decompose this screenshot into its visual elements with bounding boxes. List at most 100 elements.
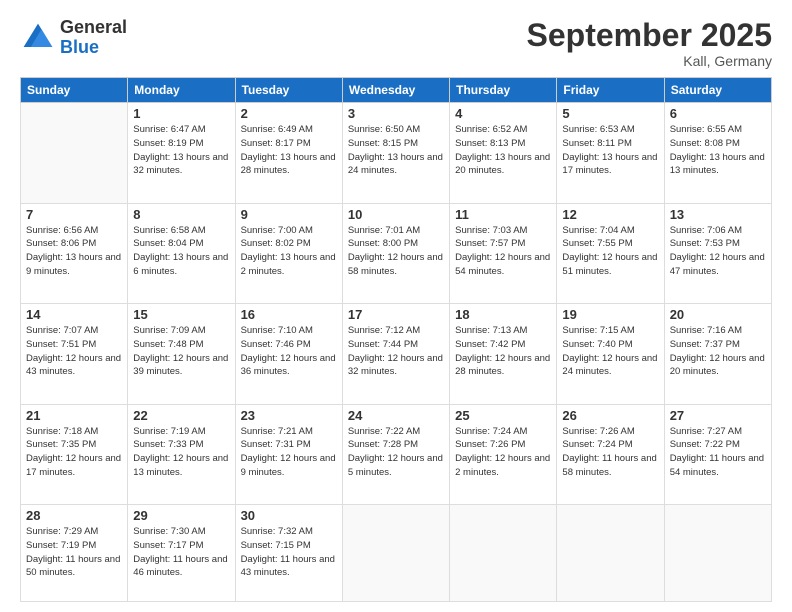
logo: General Blue	[20, 18, 127, 58]
day-info: Sunrise: 7:09 AMSunset: 7:48 PMDaylight:…	[133, 324, 229, 379]
day-number: 22	[133, 408, 229, 423]
day-info: Sunrise: 7:26 AMSunset: 7:24 PMDaylight:…	[562, 425, 658, 480]
day-info: Sunrise: 7:01 AMSunset: 8:00 PMDaylight:…	[348, 224, 444, 279]
table-row: 30 Sunrise: 7:32 AMSunset: 7:15 PMDaylig…	[235, 505, 342, 602]
day-info: Sunrise: 7:03 AMSunset: 7:57 PMDaylight:…	[455, 224, 551, 279]
day-info: Sunrise: 6:50 AMSunset: 8:15 PMDaylight:…	[348, 123, 444, 178]
logo-icon	[20, 20, 56, 56]
day-info: Sunrise: 7:00 AMSunset: 8:02 PMDaylight:…	[241, 224, 337, 279]
logo-text: General Blue	[60, 18, 127, 58]
table-row	[557, 505, 664, 602]
day-info: Sunrise: 6:49 AMSunset: 8:17 PMDaylight:…	[241, 123, 337, 178]
location: Kall, Germany	[527, 53, 772, 69]
day-info: Sunrise: 7:04 AMSunset: 7:55 PMDaylight:…	[562, 224, 658, 279]
table-row: 8 Sunrise: 6:58 AMSunset: 8:04 PMDayligh…	[128, 203, 235, 303]
table-row	[342, 505, 449, 602]
col-monday: Monday	[128, 78, 235, 103]
day-info: Sunrise: 7:27 AMSunset: 7:22 PMDaylight:…	[670, 425, 766, 480]
day-number: 16	[241, 307, 337, 322]
table-row: 29 Sunrise: 7:30 AMSunset: 7:17 PMDaylig…	[128, 505, 235, 602]
table-row: 4 Sunrise: 6:52 AMSunset: 8:13 PMDayligh…	[450, 103, 557, 203]
day-number: 17	[348, 307, 444, 322]
day-number: 9	[241, 207, 337, 222]
day-number: 21	[26, 408, 122, 423]
day-number: 28	[26, 508, 122, 523]
table-row: 12 Sunrise: 7:04 AMSunset: 7:55 PMDaylig…	[557, 203, 664, 303]
table-row	[450, 505, 557, 602]
table-row: 13 Sunrise: 7:06 AMSunset: 7:53 PMDaylig…	[664, 203, 771, 303]
day-number: 13	[670, 207, 766, 222]
day-info: Sunrise: 7:29 AMSunset: 7:19 PMDaylight:…	[26, 525, 122, 580]
day-number: 25	[455, 408, 551, 423]
table-row	[664, 505, 771, 602]
page: General Blue September 2025 Kall, German…	[0, 0, 792, 612]
table-row: 25 Sunrise: 7:24 AMSunset: 7:26 PMDaylig…	[450, 404, 557, 504]
day-number: 18	[455, 307, 551, 322]
table-row: 27 Sunrise: 7:27 AMSunset: 7:22 PMDaylig…	[664, 404, 771, 504]
day-info: Sunrise: 7:21 AMSunset: 7:31 PMDaylight:…	[241, 425, 337, 480]
day-info: Sunrise: 6:53 AMSunset: 8:11 PMDaylight:…	[562, 123, 658, 178]
table-row: 14 Sunrise: 7:07 AMSunset: 7:51 PMDaylig…	[21, 304, 128, 404]
table-row: 5 Sunrise: 6:53 AMSunset: 8:11 PMDayligh…	[557, 103, 664, 203]
table-row: 9 Sunrise: 7:00 AMSunset: 8:02 PMDayligh…	[235, 203, 342, 303]
table-row: 16 Sunrise: 7:10 AMSunset: 7:46 PMDaylig…	[235, 304, 342, 404]
day-number: 26	[562, 408, 658, 423]
day-number: 20	[670, 307, 766, 322]
table-row: 21 Sunrise: 7:18 AMSunset: 7:35 PMDaylig…	[21, 404, 128, 504]
day-info: Sunrise: 6:47 AMSunset: 8:19 PMDaylight:…	[133, 123, 229, 178]
day-info: Sunrise: 7:19 AMSunset: 7:33 PMDaylight:…	[133, 425, 229, 480]
col-tuesday: Tuesday	[235, 78, 342, 103]
day-number: 5	[562, 106, 658, 121]
day-info: Sunrise: 7:13 AMSunset: 7:42 PMDaylight:…	[455, 324, 551, 379]
day-info: Sunrise: 6:56 AMSunset: 8:06 PMDaylight:…	[26, 224, 122, 279]
day-info: Sunrise: 6:52 AMSunset: 8:13 PMDaylight:…	[455, 123, 551, 178]
logo-general: General	[60, 18, 127, 38]
day-info: Sunrise: 6:55 AMSunset: 8:08 PMDaylight:…	[670, 123, 766, 178]
header: General Blue September 2025 Kall, German…	[20, 18, 772, 69]
table-row: 26 Sunrise: 7:26 AMSunset: 7:24 PMDaylig…	[557, 404, 664, 504]
table-row: 10 Sunrise: 7:01 AMSunset: 8:00 PMDaylig…	[342, 203, 449, 303]
day-number: 10	[348, 207, 444, 222]
day-number: 29	[133, 508, 229, 523]
day-number: 6	[670, 106, 766, 121]
day-number: 15	[133, 307, 229, 322]
day-info: Sunrise: 7:22 AMSunset: 7:28 PMDaylight:…	[348, 425, 444, 480]
day-number: 19	[562, 307, 658, 322]
table-row: 7 Sunrise: 6:56 AMSunset: 8:06 PMDayligh…	[21, 203, 128, 303]
day-info: Sunrise: 7:30 AMSunset: 7:17 PMDaylight:…	[133, 525, 229, 580]
day-number: 12	[562, 207, 658, 222]
day-number: 8	[133, 207, 229, 222]
day-number: 23	[241, 408, 337, 423]
day-number: 7	[26, 207, 122, 222]
day-info: Sunrise: 7:18 AMSunset: 7:35 PMDaylight:…	[26, 425, 122, 480]
calendar-table: Sunday Monday Tuesday Wednesday Thursday…	[20, 77, 772, 602]
day-number: 24	[348, 408, 444, 423]
table-row: 20 Sunrise: 7:16 AMSunset: 7:37 PMDaylig…	[664, 304, 771, 404]
day-info: Sunrise: 7:06 AMSunset: 7:53 PMDaylight:…	[670, 224, 766, 279]
day-info: Sunrise: 7:32 AMSunset: 7:15 PMDaylight:…	[241, 525, 337, 580]
col-sunday: Sunday	[21, 78, 128, 103]
logo-blue: Blue	[60, 38, 127, 58]
title-area: September 2025 Kall, Germany	[527, 18, 772, 69]
calendar-header-row: Sunday Monday Tuesday Wednesday Thursday…	[21, 78, 772, 103]
day-number: 2	[241, 106, 337, 121]
table-row: 24 Sunrise: 7:22 AMSunset: 7:28 PMDaylig…	[342, 404, 449, 504]
col-wednesday: Wednesday	[342, 78, 449, 103]
day-number: 1	[133, 106, 229, 121]
day-number: 27	[670, 408, 766, 423]
table-row: 11 Sunrise: 7:03 AMSunset: 7:57 PMDaylig…	[450, 203, 557, 303]
col-thursday: Thursday	[450, 78, 557, 103]
table-row: 19 Sunrise: 7:15 AMSunset: 7:40 PMDaylig…	[557, 304, 664, 404]
day-info: Sunrise: 7:16 AMSunset: 7:37 PMDaylight:…	[670, 324, 766, 379]
table-row: 28 Sunrise: 7:29 AMSunset: 7:19 PMDaylig…	[21, 505, 128, 602]
month-title: September 2025	[527, 18, 772, 53]
day-number: 4	[455, 106, 551, 121]
table-row: 18 Sunrise: 7:13 AMSunset: 7:42 PMDaylig…	[450, 304, 557, 404]
day-info: Sunrise: 7:10 AMSunset: 7:46 PMDaylight:…	[241, 324, 337, 379]
col-friday: Friday	[557, 78, 664, 103]
day-info: Sunrise: 7:24 AMSunset: 7:26 PMDaylight:…	[455, 425, 551, 480]
table-row: 1 Sunrise: 6:47 AMSunset: 8:19 PMDayligh…	[128, 103, 235, 203]
day-info: Sunrise: 7:07 AMSunset: 7:51 PMDaylight:…	[26, 324, 122, 379]
table-row: 15 Sunrise: 7:09 AMSunset: 7:48 PMDaylig…	[128, 304, 235, 404]
day-number: 30	[241, 508, 337, 523]
